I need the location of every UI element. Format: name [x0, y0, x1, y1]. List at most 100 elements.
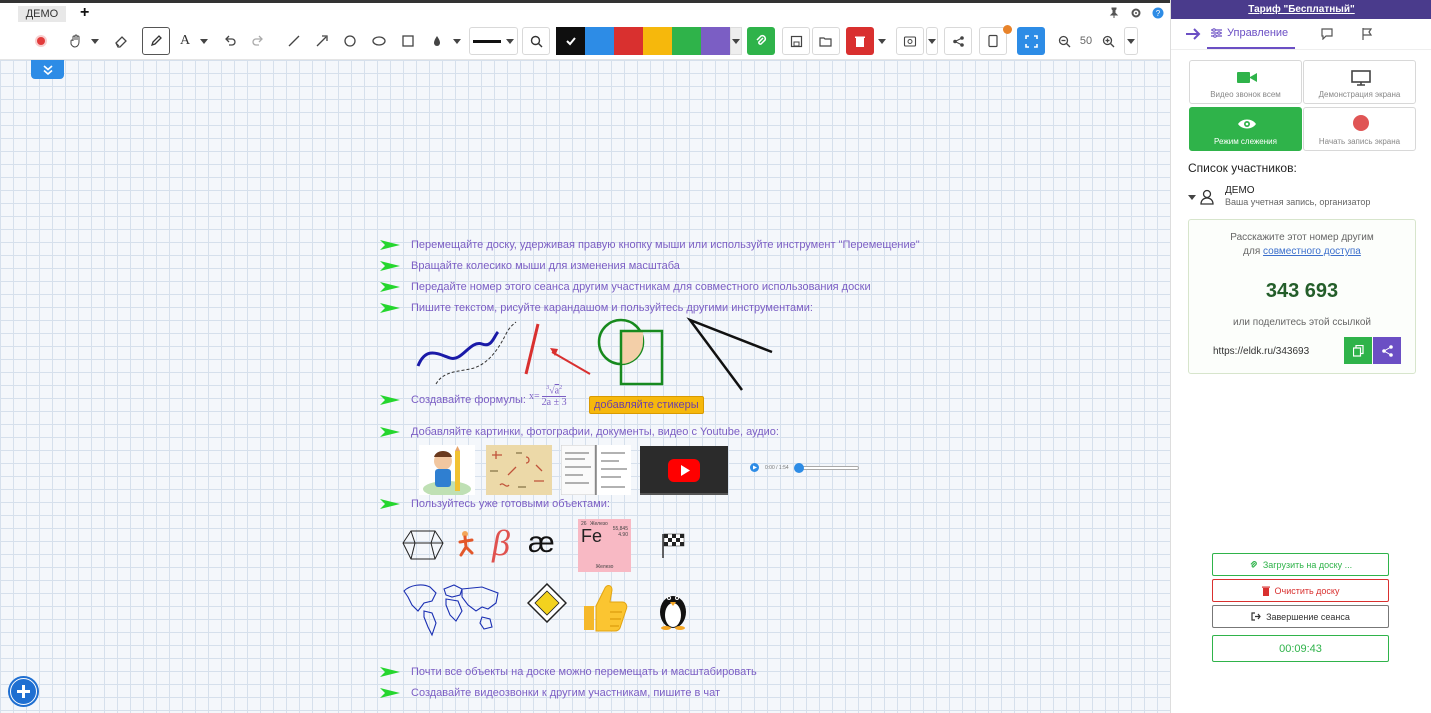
arrow-tool-button[interactable] [310, 27, 334, 55]
hint-text: Создавайте формулы: [411, 394, 526, 406]
add-tab-button[interactable]: + [80, 3, 89, 22]
color-swatch-blue[interactable] [585, 27, 614, 55]
participant-role: Ваша учетная запись, организатор [1225, 197, 1371, 207]
arrow-bullet-icon [380, 303, 400, 313]
pin-icon[interactable] [1108, 7, 1120, 19]
fullscreen-icon [1024, 34, 1038, 48]
ligature-symbol[interactable]: æ [528, 525, 555, 561]
whiteboard-canvas[interactable]: Перемещайте доску, удерживая правую кноп… [0, 60, 1170, 713]
priority-road-sign[interactable] [527, 583, 567, 623]
fill-tool-button[interactable] [426, 27, 448, 55]
red-arrow [551, 351, 591, 375]
line-tool-button[interactable] [282, 27, 306, 55]
flag-icon[interactable] [1361, 27, 1373, 40]
fullscreen-button[interactable] [1017, 27, 1045, 55]
pencil-tool-button[interactable] [142, 27, 170, 55]
share-text: Расскажите этот номер другим [1230, 232, 1374, 243]
eraser-button[interactable] [108, 27, 134, 55]
undo-button[interactable] [218, 27, 242, 55]
chevron-down-icon[interactable] [1188, 195, 1196, 200]
line-width-select[interactable] [469, 27, 518, 55]
end-session-button[interactable]: Завершение сеанса [1212, 605, 1389, 628]
rectangle-tool-button[interactable] [396, 27, 420, 55]
zoom-in-button[interactable] [1100, 27, 1116, 55]
color-swatch-green[interactable] [672, 27, 701, 55]
screen-demo-button[interactable]: Демонстрация экрана [1303, 60, 1416, 104]
formula: x= 3√a2 2a ± 3 [529, 385, 567, 408]
text-tool-button[interactable]: A [174, 27, 196, 55]
laser-dot-icon [35, 35, 47, 47]
palette-dropdown[interactable] [730, 27, 742, 55]
color-swatch-purple[interactable] [701, 27, 730, 55]
open-button[interactable] [812, 27, 840, 55]
arrow-bullet-icon [380, 688, 400, 698]
sticker[interactable]: добавляйте стикеры [589, 396, 704, 414]
shared-access-link[interactable]: совместного доступа [1263, 246, 1361, 257]
root-index: 3 [546, 385, 550, 391]
laser-pointer-button[interactable] [30, 27, 52, 55]
math-image[interactable] [486, 445, 552, 495]
audio-player[interactable]: 0:00 / 1:54 [750, 462, 859, 473]
checkered-flag-icon[interactable] [660, 531, 686, 559]
ellipse-tool-button[interactable] [366, 27, 392, 55]
youtube-video[interactable] [640, 446, 728, 495]
cartoon-image[interactable] [419, 445, 475, 495]
letter-b[interactable]: β [492, 523, 510, 563]
help-icon[interactable]: ? [1152, 7, 1164, 19]
participant-item[interactable]: ДЕМО Ваша учетная запись, организатор [1188, 185, 1418, 212]
hand-dropdown[interactable] [90, 27, 100, 55]
toolbar: A 50 [0, 22, 1170, 60]
world-map[interactable] [400, 581, 504, 639]
hand-tool-button[interactable] [64, 27, 88, 55]
attach-button[interactable] [747, 27, 775, 55]
redo-button[interactable] [246, 27, 270, 55]
periodic-element-card[interactable]: 26 Железо Fe 55,845 4.90 Железо [578, 519, 631, 572]
text-dropdown[interactable] [198, 27, 210, 55]
save-button[interactable] [782, 27, 810, 55]
delete-dropdown[interactable] [876, 27, 888, 55]
video-call-all-button[interactable]: Видео звонок всем [1189, 60, 1302, 104]
background-dropdown[interactable] [926, 27, 938, 55]
hint-text: Вращайте колесико мыши для изменения мас… [411, 260, 680, 272]
delete-button[interactable] [846, 27, 874, 55]
background-button[interactable] [896, 27, 924, 55]
audio-time: 0:00 / 1:54 [765, 464, 789, 471]
start-recording-button[interactable]: Начать запись экрана [1303, 107, 1416, 151]
tab-control[interactable]: Управление [1207, 19, 1295, 49]
zoom-out-button[interactable] [1056, 27, 1072, 55]
tab-demo[interactable]: ДЕМО [18, 6, 66, 23]
circle-tool-button[interactable] [338, 27, 362, 55]
collapse-toolbar-button[interactable] [31, 60, 64, 79]
share-url[interactable]: https://eldk.ru/343693 [1213, 346, 1309, 357]
color-swatch-black[interactable] [556, 27, 585, 55]
runner-figure[interactable] [455, 530, 477, 560]
fill-dropdown[interactable] [451, 27, 463, 55]
tariff-link[interactable]: Тариф "Бесплатный" [1171, 0, 1431, 19]
arrow-right-icon[interactable] [1185, 28, 1201, 40]
share-link-button[interactable] [1373, 337, 1401, 364]
search-button[interactable] [522, 27, 550, 55]
color-swatch-yellow[interactable] [643, 27, 672, 55]
share-button[interactable] [944, 27, 972, 55]
audio-seek-handle[interactable] [793, 462, 804, 473]
color-swatch-red[interactable] [614, 27, 643, 55]
document-image[interactable] [561, 445, 631, 495]
add-object-button[interactable] [8, 676, 39, 707]
audio-seek-bar[interactable] [793, 462, 859, 473]
thumbs-up-icon[interactable] [580, 582, 630, 634]
prism-shape[interactable] [401, 527, 445, 563]
chat-icon[interactable] [1320, 27, 1334, 40]
audio-play-icon[interactable] [750, 463, 759, 472]
clear-board-button[interactable]: Очистить доску [1212, 579, 1389, 602]
tab-bar: ДЕМО + ? [0, 0, 1170, 23]
arrow-bullet-icon [380, 261, 400, 271]
list-item: Перемещайте доску, удерживая правую кноп… [380, 237, 920, 253]
gear-icon[interactable] [1130, 7, 1142, 19]
tracking-mode-button[interactable]: Режим слежения [1189, 107, 1302, 151]
paperclip-icon [756, 34, 767, 45]
list-item: Передайте номер этого сеанса другим учас… [380, 279, 871, 295]
copy-link-button[interactable] [1344, 337, 1372, 364]
upload-to-board-button[interactable]: Загрузить на доску ... [1212, 553, 1389, 576]
penguin-icon[interactable] [655, 588, 691, 630]
zoom-dropdown[interactable] [1124, 27, 1138, 55]
